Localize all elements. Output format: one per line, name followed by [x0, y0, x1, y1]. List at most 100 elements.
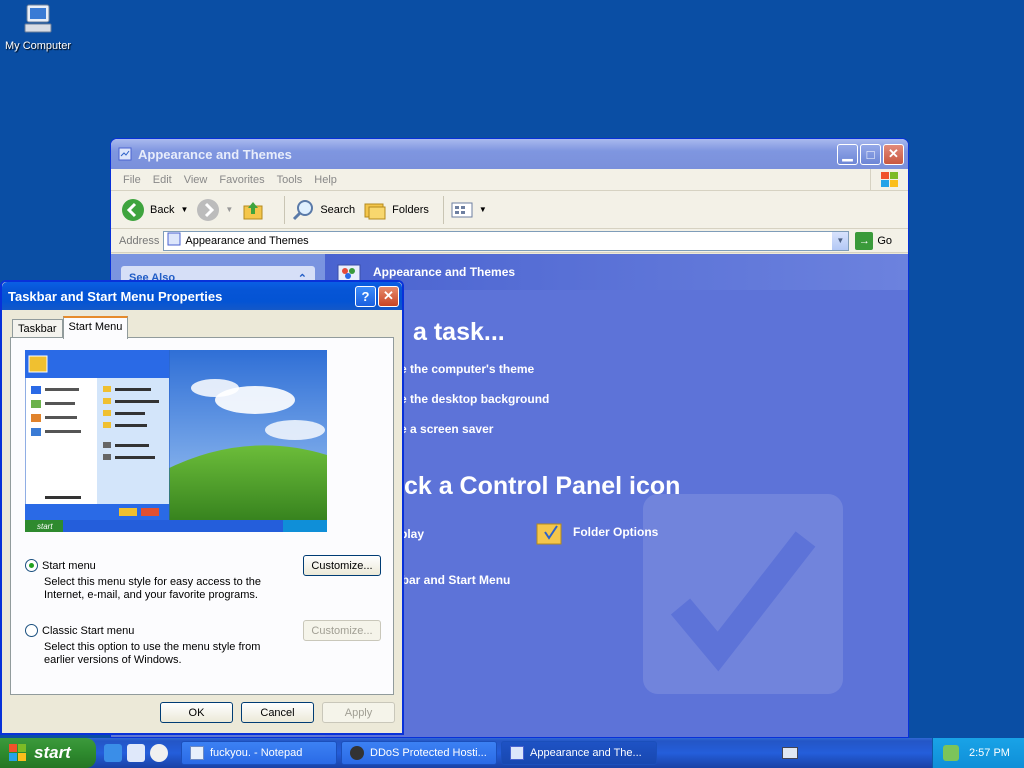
toolbar-separator	[284, 195, 286, 224]
taskbar-item-label: fuckyou. - Notepad	[210, 747, 303, 759]
my-computer-desktop-icon[interactable]: My Computer	[4, 2, 72, 52]
start-menu-tab-panel: start Start menu Select this menu style …	[10, 337, 394, 695]
system-tray: 2:57 PM	[932, 738, 1024, 768]
views-button[interactable]: ▼	[450, 200, 487, 220]
back-button[interactable]: Back ▼	[121, 198, 188, 222]
back-label: Back	[150, 203, 175, 216]
menu-help[interactable]: Help	[308, 174, 343, 186]
views-icon	[451, 202, 473, 217]
watermark-check-icon	[643, 494, 843, 694]
taskbar-item-notepad[interactable]: fuckyou. - Notepad	[181, 741, 337, 765]
desktop-icon-label: My Computer	[4, 40, 72, 52]
classic-customize-button[interactable]: Customize...	[303, 620, 381, 641]
customize-button[interactable]: Customize...	[303, 555, 381, 576]
taskbar: start fuckyou. - Notepad DDoS Protected …	[0, 738, 1024, 768]
start-menu-radio-label: Start menu	[42, 559, 96, 572]
computer-icon	[21, 2, 55, 36]
chevron-down-icon: ▼	[836, 236, 845, 245]
keyboard-icon[interactable]	[781, 747, 798, 759]
menu-tools[interactable]: Tools	[271, 174, 309, 186]
close-button[interactable]: ✕	[883, 143, 904, 165]
help-icon: ?	[361, 288, 370, 304]
classic-radio-label: Classic Start menu	[42, 624, 135, 637]
control-panel-icon	[510, 746, 524, 760]
task-link-screen-saver[interactable]: e a screen saver	[400, 422, 493, 436]
toolbar-separator	[442, 195, 444, 224]
chevron-down-icon[interactable]: ▼	[180, 205, 188, 214]
menu-edit[interactable]: Edit	[147, 174, 178, 186]
go-arrow-icon: →	[855, 231, 874, 250]
maximize-button[interactable]: □	[860, 143, 881, 165]
dialog-title: Taskbar and Start Menu Properties	[8, 288, 223, 304]
cp-item-folder-options[interactable]: Folder Options	[535, 518, 658, 546]
start-label: start	[34, 743, 71, 762]
address-dropdown-button[interactable]: ▼	[832, 231, 849, 250]
minimize-icon: ▁	[842, 146, 853, 161]
go-button[interactable]: → Go	[855, 231, 893, 250]
preview-start-label: start	[37, 522, 53, 531]
address-bar: Address Appearance and Themes ▼ → Go	[111, 229, 908, 253]
start-menu-radio[interactable]: Start menu	[25, 559, 96, 572]
classic-start-menu-radio[interactable]: Classic Start menu	[25, 624, 134, 637]
help-button[interactable]: ?	[355, 285, 376, 307]
go-label: Go	[877, 234, 893, 247]
minimize-button[interactable]: ▁	[837, 143, 858, 165]
menu-bar: File Edit View Favorites Tools Help	[111, 168, 908, 191]
taskbar-item-label: Appearance and The...	[530, 747, 642, 759]
menu-favorites[interactable]: Favorites	[213, 174, 270, 186]
category-header: Appearance and Themes	[325, 254, 908, 290]
address-label: Address	[119, 234, 160, 247]
forward-button[interactable]: ▼	[196, 198, 233, 222]
close-icon: ✕	[888, 146, 899, 161]
explorer-titlebar[interactable]: Appearance and Themes ▁ □ ✕	[111, 139, 908, 169]
start-button[interactable]: start	[0, 738, 96, 768]
internet-explorer-icon[interactable]	[104, 744, 122, 762]
apply-button[interactable]: Apply	[322, 702, 395, 723]
search-label: Search	[320, 203, 356, 216]
start-menu-preview-image: start	[25, 350, 327, 532]
folders-button[interactable]: Folders	[363, 198, 429, 222]
network-icon[interactable]	[943, 745, 959, 761]
explorer-title: Appearance and Themes	[138, 146, 292, 162]
radio-unselected-indicator[interactable]	[25, 624, 38, 637]
tab-taskbar[interactable]: Taskbar	[12, 319, 63, 339]
dialog-close-button[interactable]: ✕	[378, 285, 399, 307]
back-arrow-icon	[122, 198, 144, 221]
up-folder-icon	[243, 201, 263, 219]
cp-item-taskbar-start-menu[interactable]: kbar and Start Menu	[395, 573, 510, 587]
address-input[interactable]: Appearance and Themes ▼	[163, 230, 850, 251]
search-icon	[293, 199, 314, 220]
chevron-down-icon[interactable]: ▼	[225, 205, 233, 214]
category-title: Appearance and Themes	[373, 265, 516, 279]
folder-options-label: Folder Options	[573, 525, 659, 539]
up-folder-button[interactable]	[241, 198, 270, 222]
search-button[interactable]: Search	[291, 198, 355, 222]
radio-selected-indicator[interactable]	[25, 559, 38, 572]
taskbar-item-label: DDoS Protected Hosti...	[370, 747, 487, 759]
task-link-change-theme[interactable]: e the computer's theme	[400, 362, 534, 376]
windows-logo-icon	[870, 168, 908, 191]
tab-start-menu[interactable]: Start Menu	[62, 316, 129, 339]
pick-icon-heading: ick a Control Panel icon	[397, 472, 681, 500]
maximize-icon: □	[866, 146, 875, 162]
control-panel-icon	[167, 232, 181, 249]
ok-button[interactable]: OK	[160, 702, 233, 723]
menu-view[interactable]: View	[178, 174, 214, 186]
folders-icon	[364, 203, 386, 219]
dialog-titlebar[interactable]: Taskbar and Start Menu Properties ? ✕	[2, 282, 402, 310]
close-icon: ✕	[383, 288, 394, 303]
browser-icon	[350, 746, 364, 760]
media-player-icon[interactable]	[150, 744, 168, 762]
outlook-express-icon[interactable]	[127, 744, 145, 762]
task-link-change-background[interactable]: e the desktop background	[400, 392, 549, 406]
category-view: Appearance and Themes a task... e the co…	[325, 254, 908, 737]
clock[interactable]: 2:57 PM	[969, 747, 1010, 759]
menu-file[interactable]: File	[117, 174, 147, 186]
taskbar-start-menu-properties-dialog: Taskbar and Start Menu Properties ? ✕ Ta…	[0, 280, 404, 735]
taskbar-item-browser[interactable]: DDoS Protected Hosti...	[341, 741, 497, 765]
pick-task-heading: a task...	[413, 318, 505, 346]
cancel-button[interactable]: Cancel	[241, 702, 314, 723]
chevron-down-icon[interactable]: ▼	[479, 205, 487, 214]
control-panel-icon	[117, 146, 133, 162]
taskbar-item-appearance-themes[interactable]: Appearance and The...	[501, 741, 657, 765]
